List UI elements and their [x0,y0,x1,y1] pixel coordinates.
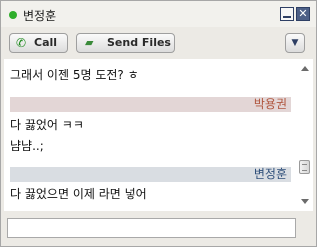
message-input[interactable] [7,218,296,238]
scroll-up-icon[interactable] [301,66,309,71]
title-bar: 변정훈 ✕ [1,1,316,27]
toolbar: ✆ Call ▰ Send Files ▼ [1,27,316,59]
call-button[interactable]: ✆ Call [9,33,68,53]
window-title: 변정훈 [23,9,57,23]
sender-header: 변정훈 [10,167,291,182]
send-files-label: Send Files [107,36,171,49]
minimize-icon[interactable] [280,7,294,21]
phone-icon: ✆ [16,36,27,50]
close-icon[interactable]: ✕ [296,7,310,21]
message-line: 냠냠..; [10,139,44,153]
vertical-scrollbar[interactable] [297,59,313,211]
scrollbar-thumb[interactable] [299,160,310,174]
scroll-down-icon[interactable] [301,199,309,204]
message-line: 다 끓었어 ㅋㅋ [10,118,84,132]
chat-history: 그래서 이젠 5명 도전? ㅎ 박용권 다 끓었어 ㅋㅋ 냠냠..; 변정훈 다… [4,59,313,211]
message-line: 다 끓었으면 이제 라면 넣어 [10,187,147,201]
call-label: Call [34,36,58,49]
send-files-button[interactable]: ▰ Send Files [76,33,175,53]
chat-window: 변정훈 ✕ ✆ Call ▰ Send Files ▼ 그래서 이젠 5명 도전… [0,0,317,247]
chevron-down-icon[interactable]: ▼ [285,33,305,53]
send-files-icon: ▰ [85,36,94,49]
online-status-icon [9,11,17,19]
message-line: 그래서 이젠 5명 도전? ㅎ [10,68,139,82]
sender-header: 박용권 [10,97,291,112]
message-input-area [1,211,316,246]
